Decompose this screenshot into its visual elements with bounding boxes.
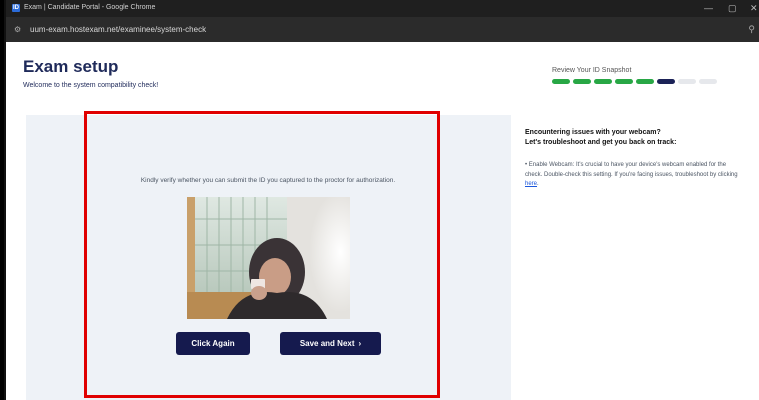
- troubleshoot-heading-2: Let's troubleshoot and get you back on t…: [525, 139, 677, 146]
- address-bar[interactable]: ⚙ uum-exam.hostexam.net/examinee/system-…: [6, 17, 759, 42]
- troubleshoot-text-end: .: [537, 181, 539, 187]
- progress-label: Review Your ID Snapshot: [552, 67, 632, 74]
- progress-segment: [594, 79, 612, 84]
- step-progress: Review Your ID Snapshot: [552, 67, 717, 84]
- progress-segments: [552, 79, 717, 84]
- troubleshoot-panel: Encountering issues with your webcam? Le…: [525, 128, 740, 190]
- url-text[interactable]: uum-exam.hostexam.net/examinee/system-ch…: [30, 25, 206, 34]
- highlight-frame: [84, 111, 440, 398]
- page-title: Exam setup: [23, 57, 119, 76]
- site-settings-icon[interactable]: ⚙: [14, 25, 21, 34]
- browser-window: ID Exam | Candidate Portal - Google Chro…: [4, 0, 759, 400]
- progress-segment: [678, 79, 696, 84]
- page-subtitle: Welcome to the system compatibility chec…: [23, 82, 159, 89]
- minimize-icon[interactable]: —: [704, 3, 713, 13]
- troubleshoot-body: • Enable Webcam: It's crucial to have yo…: [525, 161, 740, 190]
- progress-segment: [636, 79, 654, 84]
- troubleshoot-text: • Enable Webcam: It's crucial to have yo…: [525, 162, 738, 178]
- progress-segment: [699, 79, 717, 84]
- progress-segment: [615, 79, 633, 84]
- progress-segment: [552, 79, 570, 84]
- close-icon[interactable]: ✕: [750, 3, 758, 14]
- location-icon[interactable]: ⚲: [748, 24, 755, 35]
- troubleshoot-link[interactable]: here: [525, 181, 537, 187]
- favicon-icon: ID: [12, 4, 20, 12]
- progress-segment: [657, 79, 675, 84]
- title-bar: ID Exam | Candidate Portal - Google Chro…: [6, 0, 759, 17]
- restore-icon[interactable]: ▢: [728, 3, 737, 14]
- troubleshoot-heading-1: Encountering issues with your webcam?: [525, 129, 661, 136]
- window-title: Exam | Candidate Portal - Google Chrome: [24, 4, 156, 11]
- page-content: Exam setup Welcome to the system compati…: [6, 42, 759, 400]
- progress-segment: [573, 79, 591, 84]
